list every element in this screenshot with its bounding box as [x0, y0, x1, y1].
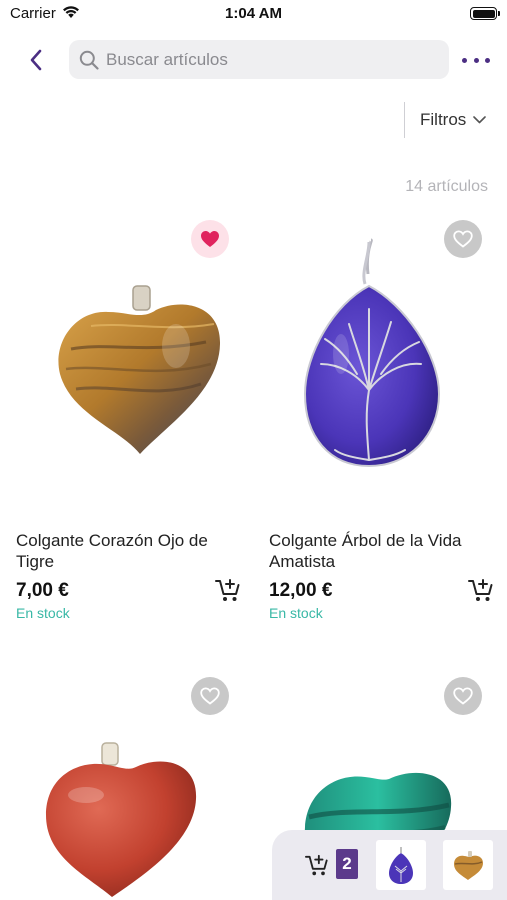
- top-nav: [0, 40, 507, 80]
- more-options-button[interactable]: [462, 50, 490, 70]
- basket-bar[interactable]: 2: [272, 830, 507, 900]
- search-icon: [79, 50, 99, 70]
- heart-outline-icon: [200, 687, 220, 705]
- product-card[interactable]: [16, 667, 253, 900]
- heart-outline-icon: [453, 230, 473, 248]
- stock-status: En stock: [269, 605, 323, 621]
- amethyst-pendant-thumbnail: [389, 847, 413, 884]
- tiger-eye-pendant-thumbnail: [454, 851, 483, 880]
- stock-status: En stock: [16, 605, 70, 621]
- basket-thumbnail[interactable]: [376, 840, 426, 890]
- favorite-button[interactable]: [191, 677, 229, 715]
- results-count: 14 artículos: [405, 178, 488, 195]
- chevron-down-icon: [473, 116, 487, 124]
- product-title[interactable]: Colgante Corazón Ojo de Tigre: [16, 530, 241, 572]
- more-dots-icon: [462, 57, 467, 63]
- filters-button[interactable]: Filtros: [420, 110, 487, 130]
- status-bar: Carrier 1:04 AM: [0, 0, 507, 30]
- back-button[interactable]: [22, 46, 50, 74]
- divider: [404, 102, 405, 138]
- battery-icon: [470, 7, 500, 20]
- favorite-button[interactable]: [444, 220, 482, 258]
- search-input[interactable]: [106, 49, 426, 70]
- product-title[interactable]: Colgante Árbol de la Vida Amatista: [269, 530, 494, 572]
- clock: 1:04 AM: [225, 5, 282, 22]
- product-price: 7,00 €: [16, 580, 69, 601]
- product-image-amethyst-tree-of-life[interactable]: [269, 214, 506, 504]
- add-to-cart-icon[interactable]: [468, 578, 494, 604]
- heart-icon: [201, 231, 219, 247]
- basket-thumbnail[interactable]: [443, 840, 493, 890]
- favorite-button[interactable]: [191, 220, 229, 258]
- back-chevron-icon: [30, 49, 42, 71]
- basket-count-badge: 2: [336, 849, 358, 879]
- filters-label: Filtros: [420, 110, 467, 129]
- add-to-cart-icon[interactable]: [215, 578, 241, 604]
- search-bar[interactable]: [69, 40, 449, 79]
- cart-icon[interactable]: [305, 854, 329, 878]
- product-image-tiger-eye-heart[interactable]: [16, 214, 253, 504]
- heart-outline-icon: [453, 687, 473, 705]
- product-price: 12,00 €: [269, 580, 333, 601]
- filter-row: Filtros: [0, 102, 507, 138]
- favorite-button[interactable]: [444, 677, 482, 715]
